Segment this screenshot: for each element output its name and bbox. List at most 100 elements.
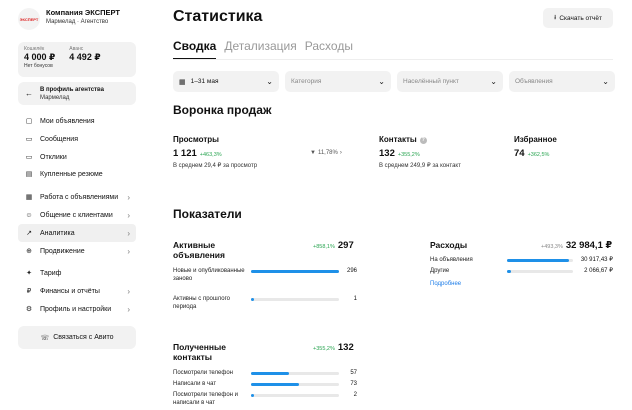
advance-value: 4 492 ₽	[69, 52, 101, 62]
agency-profile-title: В профиль агентства	[40, 86, 104, 93]
chevron-right-icon: ›	[127, 228, 130, 238]
chat-icon: ☏	[40, 334, 50, 342]
sidebar-item-clients[interactable]: ☺ Общение с клиентами ›	[18, 206, 136, 224]
chevron-right-icon: ›	[339, 150, 342, 156]
expenses-total: 32 984,1 ₽	[565, 240, 613, 251]
company-logo: ЭКСПЕРТ	[18, 8, 40, 30]
sidebar-item-resumes[interactable]: ▤ Купленные резюме	[18, 165, 136, 183]
sidebar-item-label: Сообщения	[40, 135, 78, 143]
funnel-title: Воронка продаж	[173, 103, 272, 117]
help-icon[interactable]: ?	[419, 136, 427, 144]
expenses-total-wrap: +493,3% 32 984,1 ₽	[541, 240, 612, 253]
active-ads-delta: +858,1%	[313, 244, 335, 250]
indicators-title: Показатели	[173, 207, 242, 221]
row-value: 73	[350, 381, 357, 387]
bar-fill	[251, 383, 300, 386]
row-value: 30 917,43 ₽	[580, 257, 613, 263]
contacts-block-title: Полученные контакты	[173, 342, 227, 362]
favorites-value: 74	[514, 148, 525, 159]
company-name: Компания ЭКСПЕРТ	[46, 8, 121, 17]
sidebar-item-promotion[interactable]: ⊕ Продвижение ›	[18, 242, 136, 260]
bar-fill	[251, 270, 339, 273]
resume-icon: ▤	[25, 171, 33, 178]
views-label: Просмотры	[173, 135, 220, 144]
chevron-right-icon: ›	[127, 286, 130, 296]
funnel-icon: ▼	[310, 150, 316, 156]
contacts-delta: +355,2%	[397, 152, 420, 158]
tab-expenses[interactable]: Расходы	[305, 38, 353, 60]
contacts-block-delta: +355,2%	[313, 346, 335, 352]
sidebar-item-label: Профиль и настройки	[40, 305, 112, 313]
tab-summary[interactable]: Сводка	[173, 38, 217, 60]
company-header[interactable]: ЭКСПЕРТ Компания ЭКСПЕРТ Мармелад · Аген…	[18, 8, 148, 34]
finance-icon: ₽	[26, 288, 32, 295]
contacts-both-bar	[251, 394, 339, 397]
contacts-block-total: 132	[337, 342, 354, 353]
row-label: Другие	[430, 268, 450, 274]
sidebar-item-label: Мои объявления	[40, 117, 95, 125]
expenses-ads-bar	[507, 259, 573, 262]
contacts-row-phone: Посмотрели телефон	[173, 369, 253, 377]
chevron-right-icon: ›	[127, 246, 130, 256]
period-filter[interactable]: ▦ 1–31 мая ⌄	[173, 71, 279, 92]
sidebar-item-label: Работа с объявлениями	[40, 193, 119, 201]
favorites-delta: +362,5%	[527, 152, 550, 158]
sidebar-item-messages[interactable]: ▭ Сообщения	[18, 130, 136, 148]
sidebar-item-tariff[interactable]: ✦ Тариф	[18, 264, 136, 282]
conversion-value: 11,78%	[317, 150, 338, 156]
expenses-delta: +493,3%	[541, 244, 563, 250]
arrow-left-icon: ←	[25, 89, 33, 98]
sidebar-item-label: Отклики	[40, 153, 67, 161]
active-ads-total-wrap: +858,1% 297	[313, 240, 354, 253]
active-prev-bar	[251, 298, 339, 301]
contacts-row-chat: Написали в чат	[173, 380, 253, 388]
agency-profile-button[interactable]: ← В профиль агентства Мармелад	[18, 82, 136, 105]
chevron-right-icon: ›	[127, 192, 130, 202]
export-report-button[interactable]: ⭳ Скачать отчёт	[543, 8, 613, 28]
bar-fill	[251, 394, 254, 397]
sidebar-item-work[interactable]: ▦ Работа с объявлениями ›	[18, 188, 136, 206]
chevron-down-icon: ⌄	[266, 77, 273, 86]
favorites-metric: Избранное 74 +362,5%	[514, 135, 557, 162]
sidebar-item-finance[interactable]: ₽ Финансы и отчёты ›	[18, 282, 136, 300]
chevron-down-icon: ⌄	[378, 77, 385, 86]
row-label: Написали в чат	[173, 381, 217, 387]
message-icon: ▭	[25, 136, 33, 143]
expenses-row-ads: На объявления	[430, 256, 510, 264]
contacts-value: 132	[379, 148, 395, 159]
tabs: Сводка Детализация Расходы	[173, 38, 353, 60]
tariff-icon: ✦	[26, 270, 32, 277]
views-metric: Просмотры 1 121 +463,3% В среднем 29,4 ₽…	[173, 135, 257, 170]
sidebar-item-responses[interactable]: ▭ Отклики	[18, 148, 136, 166]
expenses-details-link[interactable]: Подробнее	[430, 281, 461, 287]
row-label: Посмотрели телефон	[173, 370, 233, 376]
tab-details[interactable]: Детализация	[224, 38, 296, 60]
bar-fill	[251, 372, 289, 375]
sidebar-item-analytics[interactable]: ↗ Аналитика ›	[18, 224, 136, 242]
download-icon: ⭳	[554, 13, 557, 21]
bar-fill	[507, 270, 511, 273]
ads-filter[interactable]: Объявления ⌄	[509, 71, 615, 92]
row-value: 2 066,67 ₽	[584, 268, 613, 274]
sidebar-item-ads[interactable]: ▢ Мои объявления	[18, 112, 136, 130]
chevron-right-icon: ›	[127, 304, 130, 314]
contact-avito-button[interactable]: ☏ Связаться с Авито	[18, 326, 136, 349]
expenses-other-bar	[507, 270, 573, 273]
sidebar-item-profile[interactable]: ⚙ Профиль и настройки ›	[18, 300, 136, 318]
wallet-card[interactable]: Кошелёк 4 000 ₽ Нет бонусов Аванс 4 492 …	[18, 42, 136, 77]
agency-profile-sub: Мармелад	[40, 94, 70, 101]
contacts-label: Контакты	[379, 135, 417, 144]
bar-fill	[251, 298, 254, 301]
city-filter[interactable]: Населённый пункт ⌄	[397, 71, 503, 92]
conversion-badge[interactable]: ▼ 11,78% ›	[310, 150, 342, 156]
city-placeholder: Населённый пункт	[403, 78, 459, 85]
sidebar-item-label: Тариф	[40, 269, 62, 277]
work-icon: ▦	[25, 194, 33, 201]
row-label: Новые и опубликованные заново	[173, 268, 245, 282]
active-row-prev: Активны с прошлого периода	[173, 295, 253, 311]
row-label: Активны с прошлого периода	[173, 296, 230, 310]
category-filter[interactable]: Категория ⌄	[285, 71, 391, 92]
row-value: 2	[353, 392, 357, 398]
sidebar-item-label: Продвижение	[40, 247, 85, 255]
sidebar-item-label: Финансы и отчёты	[40, 287, 100, 295]
